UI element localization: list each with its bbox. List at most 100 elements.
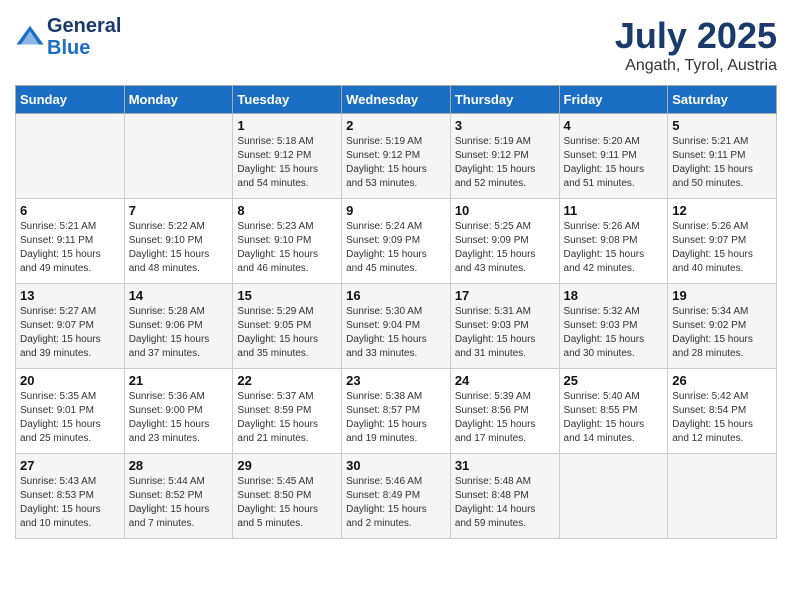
cell-info: Sunrise: 5:24 AM Sunset: 9:09 PM Dayligh…	[346, 220, 446, 276]
week-row-4: 20 Sunrise: 5:35 AM Sunset: 9:01 PM Dayli…	[16, 369, 777, 454]
cell-info: Sunrise: 5:38 AM Sunset: 8:57 PM Dayligh…	[346, 390, 446, 446]
day-number: 24	[455, 373, 555, 388]
week-row-2: 6 Sunrise: 5:21 AM Sunset: 9:11 PM Daylig…	[16, 199, 777, 284]
day-header-sunday: Sunday	[16, 86, 125, 114]
day-number: 14	[129, 288, 229, 303]
calendar-cell: 17Sunrise: 5:31 AM Sunset: 9:03 PM Dayli…	[450, 284, 559, 369]
calendar-cell: 8 Sunrise: 5:23 AM Sunset: 9:10 PM Daylig…	[233, 199, 342, 284]
day-number: 11	[564, 203, 664, 218]
day-number: 9	[346, 203, 446, 218]
calendar-cell: 29Sunrise: 5:45 AM Sunset: 8:50 PM Dayli…	[233, 454, 342, 539]
calendar-cell	[16, 114, 125, 199]
calendar-cell: 23 Sunrise: 5:38 AM Sunset: 8:57 PM Dayli…	[342, 369, 451, 454]
logo-text: General Blue	[47, 15, 121, 59]
day-header-monday: Monday	[124, 86, 233, 114]
cell-info: Sunrise: 5:43 AM Sunset: 8:53 PM Dayligh…	[20, 475, 120, 531]
day-number: 30	[346, 458, 446, 473]
day-header-tuesday: Tuesday	[233, 86, 342, 114]
calendar-cell	[124, 114, 233, 199]
cell-info: Sunrise: 5:36 AM Sunset: 9:00 PM Dayligh…	[129, 390, 229, 446]
calendar-cell: 28 Sunrise: 5:44 AM Sunset: 8:52 PM Dayli…	[124, 454, 233, 539]
day-number: 7	[129, 203, 229, 218]
page-header: General Blue July 2025 Angath, Tyrol, Au…	[15, 15, 777, 75]
day-number: 6	[20, 203, 120, 218]
day-number: 23	[346, 373, 446, 388]
cell-info: Sunrise: 5:18 AM Sunset: 9:12 PM Dayligh…	[237, 135, 337, 191]
calendar-cell: 30Sunrise: 5:46 AM Sunset: 8:49 PM Dayli…	[342, 454, 451, 539]
cell-info: Sunrise: 5:34 AM Sunset: 9:02 PM Dayligh…	[672, 305, 772, 361]
day-number: 20	[20, 373, 120, 388]
day-number: 26	[672, 373, 772, 388]
calendar-cell: 2Sunrise: 5:19 AM Sunset: 9:12 PM Daylig…	[342, 114, 451, 199]
day-number: 15	[237, 288, 337, 303]
week-row-3: 13 Sunrise: 5:27 AM Sunset: 9:07 PM Dayli…	[16, 284, 777, 369]
month-title: July 2025	[615, 15, 777, 57]
cell-info: Sunrise: 5:37 AM Sunset: 8:59 PM Dayligh…	[237, 390, 337, 446]
calendar-cell: 26 Sunrise: 5:42 AM Sunset: 8:54 PM Dayli…	[668, 369, 777, 454]
location: Angath, Tyrol, Austria	[615, 57, 777, 75]
cell-info: Sunrise: 5:40 AM Sunset: 8:55 PM Dayligh…	[564, 390, 664, 446]
calendar-cell: 11 Sunrise: 5:26 AM Sunset: 9:08 PM Dayli…	[559, 199, 668, 284]
calendar-cell: 1 Sunrise: 5:18 AM Sunset: 9:12 PM Daylig…	[233, 114, 342, 199]
cell-info: Sunrise: 5:35 AM Sunset: 9:01 PM Dayligh…	[20, 390, 120, 446]
calendar-cell: 13 Sunrise: 5:27 AM Sunset: 9:07 PM Dayli…	[16, 284, 125, 369]
calendar-cell: 18 Sunrise: 5:32 AM Sunset: 9:03 PM Dayli…	[559, 284, 668, 369]
cell-info: Sunrise: 5:25 AM Sunset: 9:09 PM Dayligh…	[455, 220, 555, 276]
cell-info: Sunrise: 5:32 AM Sunset: 9:03 PM Dayligh…	[564, 305, 664, 361]
cell-info: Sunrise: 5:26 AM Sunset: 9:08 PM Dayligh…	[564, 220, 664, 276]
calendar-cell	[668, 454, 777, 539]
day-header-wednesday: Wednesday	[342, 86, 451, 114]
day-number: 1	[237, 118, 337, 133]
logo: General Blue	[15, 15, 121, 59]
day-number: 29	[237, 458, 337, 473]
cell-info: Sunrise: 5:21 AM Sunset: 9:11 PM Dayligh…	[20, 220, 120, 276]
calendar-cell: 4Sunrise: 5:20 AM Sunset: 9:11 PM Daylig…	[559, 114, 668, 199]
day-number: 27	[20, 458, 120, 473]
day-number: 4	[564, 118, 664, 133]
calendar-cell: 19Sunrise: 5:34 AM Sunset: 9:02 PM Dayli…	[668, 284, 777, 369]
day-number: 16	[346, 288, 446, 303]
calendar-cell: 21 Sunrise: 5:36 AM Sunset: 9:00 PM Dayli…	[124, 369, 233, 454]
cell-info: Sunrise: 5:27 AM Sunset: 9:07 PM Dayligh…	[20, 305, 120, 361]
cell-info: Sunrise: 5:22 AM Sunset: 9:10 PM Dayligh…	[129, 220, 229, 276]
calendar-cell: 15 Sunrise: 5:29 AM Sunset: 9:05 PM Dayli…	[233, 284, 342, 369]
calendar-cell: 9 Sunrise: 5:24 AM Sunset: 9:09 PM Daylig…	[342, 199, 451, 284]
calendar-cell: 12 Sunrise: 5:26 AM Sunset: 9:07 PM Dayli…	[668, 199, 777, 284]
cell-info: Sunrise: 5:44 AM Sunset: 8:52 PM Dayligh…	[129, 475, 229, 531]
cell-info: Sunrise: 5:23 AM Sunset: 9:10 PM Dayligh…	[237, 220, 337, 276]
day-number: 3	[455, 118, 555, 133]
day-number: 17	[455, 288, 555, 303]
title-block: July 2025 Angath, Tyrol, Austria	[615, 15, 777, 75]
day-number: 28	[129, 458, 229, 473]
cell-info: Sunrise: 5:19 AM Sunset: 9:12 PM Dayligh…	[346, 135, 446, 191]
calendar-cell: 31Sunrise: 5:48 AM Sunset: 8:48 PM Dayli…	[450, 454, 559, 539]
day-number: 8	[237, 203, 337, 218]
days-header-row: SundayMondayTuesdayWednesdayThursdayFrid…	[16, 86, 777, 114]
calendar-body: 1 Sunrise: 5:18 AM Sunset: 9:12 PM Daylig…	[16, 114, 777, 539]
cell-info: Sunrise: 5:48 AM Sunset: 8:48 PM Dayligh…	[455, 475, 555, 531]
day-number: 5	[672, 118, 772, 133]
day-number: 10	[455, 203, 555, 218]
calendar-cell: 25Sunrise: 5:40 AM Sunset: 8:55 PM Dayli…	[559, 369, 668, 454]
calendar-cell: 16 Sunrise: 5:30 AM Sunset: 9:04 PM Dayli…	[342, 284, 451, 369]
calendar-cell: 20 Sunrise: 5:35 AM Sunset: 9:01 PM Dayli…	[16, 369, 125, 454]
cell-info: Sunrise: 5:26 AM Sunset: 9:07 PM Dayligh…	[672, 220, 772, 276]
day-number: 21	[129, 373, 229, 388]
logo-icon	[15, 22, 45, 52]
cell-info: Sunrise: 5:39 AM Sunset: 8:56 PM Dayligh…	[455, 390, 555, 446]
cell-info: Sunrise: 5:29 AM Sunset: 9:05 PM Dayligh…	[237, 305, 337, 361]
week-row-5: 27 Sunrise: 5:43 AM Sunset: 8:53 PM Dayli…	[16, 454, 777, 539]
day-header-thursday: Thursday	[450, 86, 559, 114]
day-header-friday: Friday	[559, 86, 668, 114]
day-number: 12	[672, 203, 772, 218]
calendar-cell: 14Sunrise: 5:28 AM Sunset: 9:06 PM Dayli…	[124, 284, 233, 369]
day-number: 18	[564, 288, 664, 303]
cell-info: Sunrise: 5:30 AM Sunset: 9:04 PM Dayligh…	[346, 305, 446, 361]
calendar-cell: 3Sunrise: 5:19 AM Sunset: 9:12 PM Daylig…	[450, 114, 559, 199]
cell-info: Sunrise: 5:21 AM Sunset: 9:11 PM Dayligh…	[672, 135, 772, 191]
calendar-cell: 6 Sunrise: 5:21 AM Sunset: 9:11 PM Daylig…	[16, 199, 125, 284]
day-number: 13	[20, 288, 120, 303]
cell-info: Sunrise: 5:42 AM Sunset: 8:54 PM Dayligh…	[672, 390, 772, 446]
calendar-cell: 7 Sunrise: 5:22 AM Sunset: 9:10 PM Daylig…	[124, 199, 233, 284]
calendar-cell: 22Sunrise: 5:37 AM Sunset: 8:59 PM Dayli…	[233, 369, 342, 454]
